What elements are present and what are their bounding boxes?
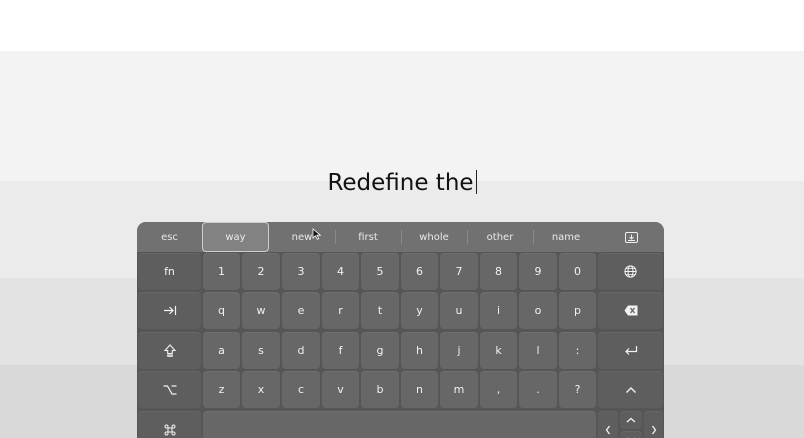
option-key[interactable]	[138, 371, 201, 408]
key-4[interactable]: 4	[322, 253, 359, 290]
hide-keyboard-button[interactable]	[599, 222, 664, 252]
suggestion-name[interactable]: name	[533, 222, 599, 252]
key-y[interactable]: y	[401, 292, 438, 329]
key-d[interactable]: d	[282, 332, 320, 369]
background-band	[0, 51, 804, 181]
key-w[interactable]: w	[242, 292, 280, 329]
key-l[interactable]: l	[519, 332, 557, 369]
top-bar-area	[0, 0, 804, 51]
key-e[interactable]: e	[282, 292, 320, 329]
option-icon	[163, 384, 176, 395]
space-bar[interactable]	[203, 411, 596, 438]
globe-key[interactable]	[598, 253, 663, 290]
right-arrow-key[interactable]	[644, 411, 663, 438]
key-r[interactable]: r	[322, 292, 359, 329]
key-u[interactable]: u	[440, 292, 478, 329]
key-x[interactable]: x	[242, 371, 280, 408]
up-key[interactable]	[598, 371, 663, 408]
key-n[interactable]: n	[401, 371, 438, 408]
suggestion-first[interactable]: first	[335, 222, 401, 252]
keyboard-hide-icon	[625, 231, 638, 243]
key-6[interactable]: 6	[401, 253, 438, 290]
return-key[interactable]	[598, 332, 663, 369]
key-z[interactable]: z	[203, 371, 240, 408]
suggestion-new[interactable]: new	[269, 222, 335, 252]
chevron-left-icon	[605, 425, 611, 434]
text-input-display[interactable]: Redefine the	[0, 170, 804, 196]
left-arrow-key[interactable]	[598, 411, 618, 438]
command-icon	[164, 424, 175, 435]
return-icon	[624, 346, 637, 355]
key-1[interactable]: 1	[203, 253, 240, 290]
globe-icon	[624, 265, 637, 278]
key-g[interactable]: g	[361, 332, 399, 369]
key-j[interactable]: j	[440, 332, 478, 369]
backspace-key[interactable]	[598, 292, 663, 329]
key-v[interactable]: v	[322, 371, 359, 408]
up-arrow-key[interactable]	[620, 411, 642, 429]
key-comma[interactable]: ,	[480, 371, 517, 408]
shift-icon	[163, 344, 176, 357]
command-key[interactable]	[138, 411, 201, 438]
key-f[interactable]: f	[322, 332, 359, 369]
chevron-up-icon	[626, 417, 636, 423]
key-k[interactable]: k	[480, 332, 517, 369]
chevron-up-icon	[625, 386, 636, 393]
esc-key[interactable]: esc	[137, 222, 202, 252]
suggestion-whole[interactable]: whole	[401, 222, 467, 252]
tab-key[interactable]	[138, 292, 201, 329]
key-h[interactable]: h	[401, 332, 438, 369]
key-p[interactable]: p	[559, 292, 596, 329]
key-2[interactable]: 2	[242, 253, 280, 290]
key-q[interactable]: q	[203, 292, 240, 329]
key-a[interactable]: a	[203, 332, 240, 369]
key-7[interactable]: 7	[440, 253, 478, 290]
key-5[interactable]: 5	[361, 253, 399, 290]
backspace-icon	[624, 305, 637, 316]
key-period[interactable]: .	[519, 371, 557, 408]
key-m[interactable]: m	[440, 371, 478, 408]
key-9[interactable]: 9	[519, 253, 557, 290]
key-o[interactable]: o	[519, 292, 557, 329]
shift-key[interactable]	[138, 332, 201, 369]
key-c[interactable]: c	[282, 371, 320, 408]
fn-key[interactable]: fn	[138, 253, 201, 290]
key-question[interactable]: ?	[559, 371, 596, 408]
key-8[interactable]: 8	[480, 253, 517, 290]
chevron-right-icon	[651, 425, 656, 434]
virtual-keyboard: esc way new first whole other name fn 1 …	[137, 222, 664, 438]
down-arrow-key[interactable]	[620, 431, 642, 438]
suggestion-bar: esc way new first whole other name	[137, 222, 664, 252]
suggestion-way[interactable]: way	[202, 222, 322, 252]
suggestion-label: way	[225, 231, 246, 243]
key-3[interactable]: 3	[282, 253, 320, 290]
text-caret	[475, 170, 477, 194]
tab-icon	[163, 306, 176, 315]
key-b[interactable]: b	[361, 371, 399, 408]
key-t[interactable]: t	[361, 292, 399, 329]
suggestion-other[interactable]: other	[467, 222, 533, 252]
typed-text: Redefine the	[327, 170, 474, 196]
key-0[interactable]: 0	[559, 253, 596, 290]
key-s[interactable]: s	[242, 332, 280, 369]
key-i[interactable]: i	[480, 292, 517, 329]
key-colon[interactable]: :	[559, 332, 596, 369]
